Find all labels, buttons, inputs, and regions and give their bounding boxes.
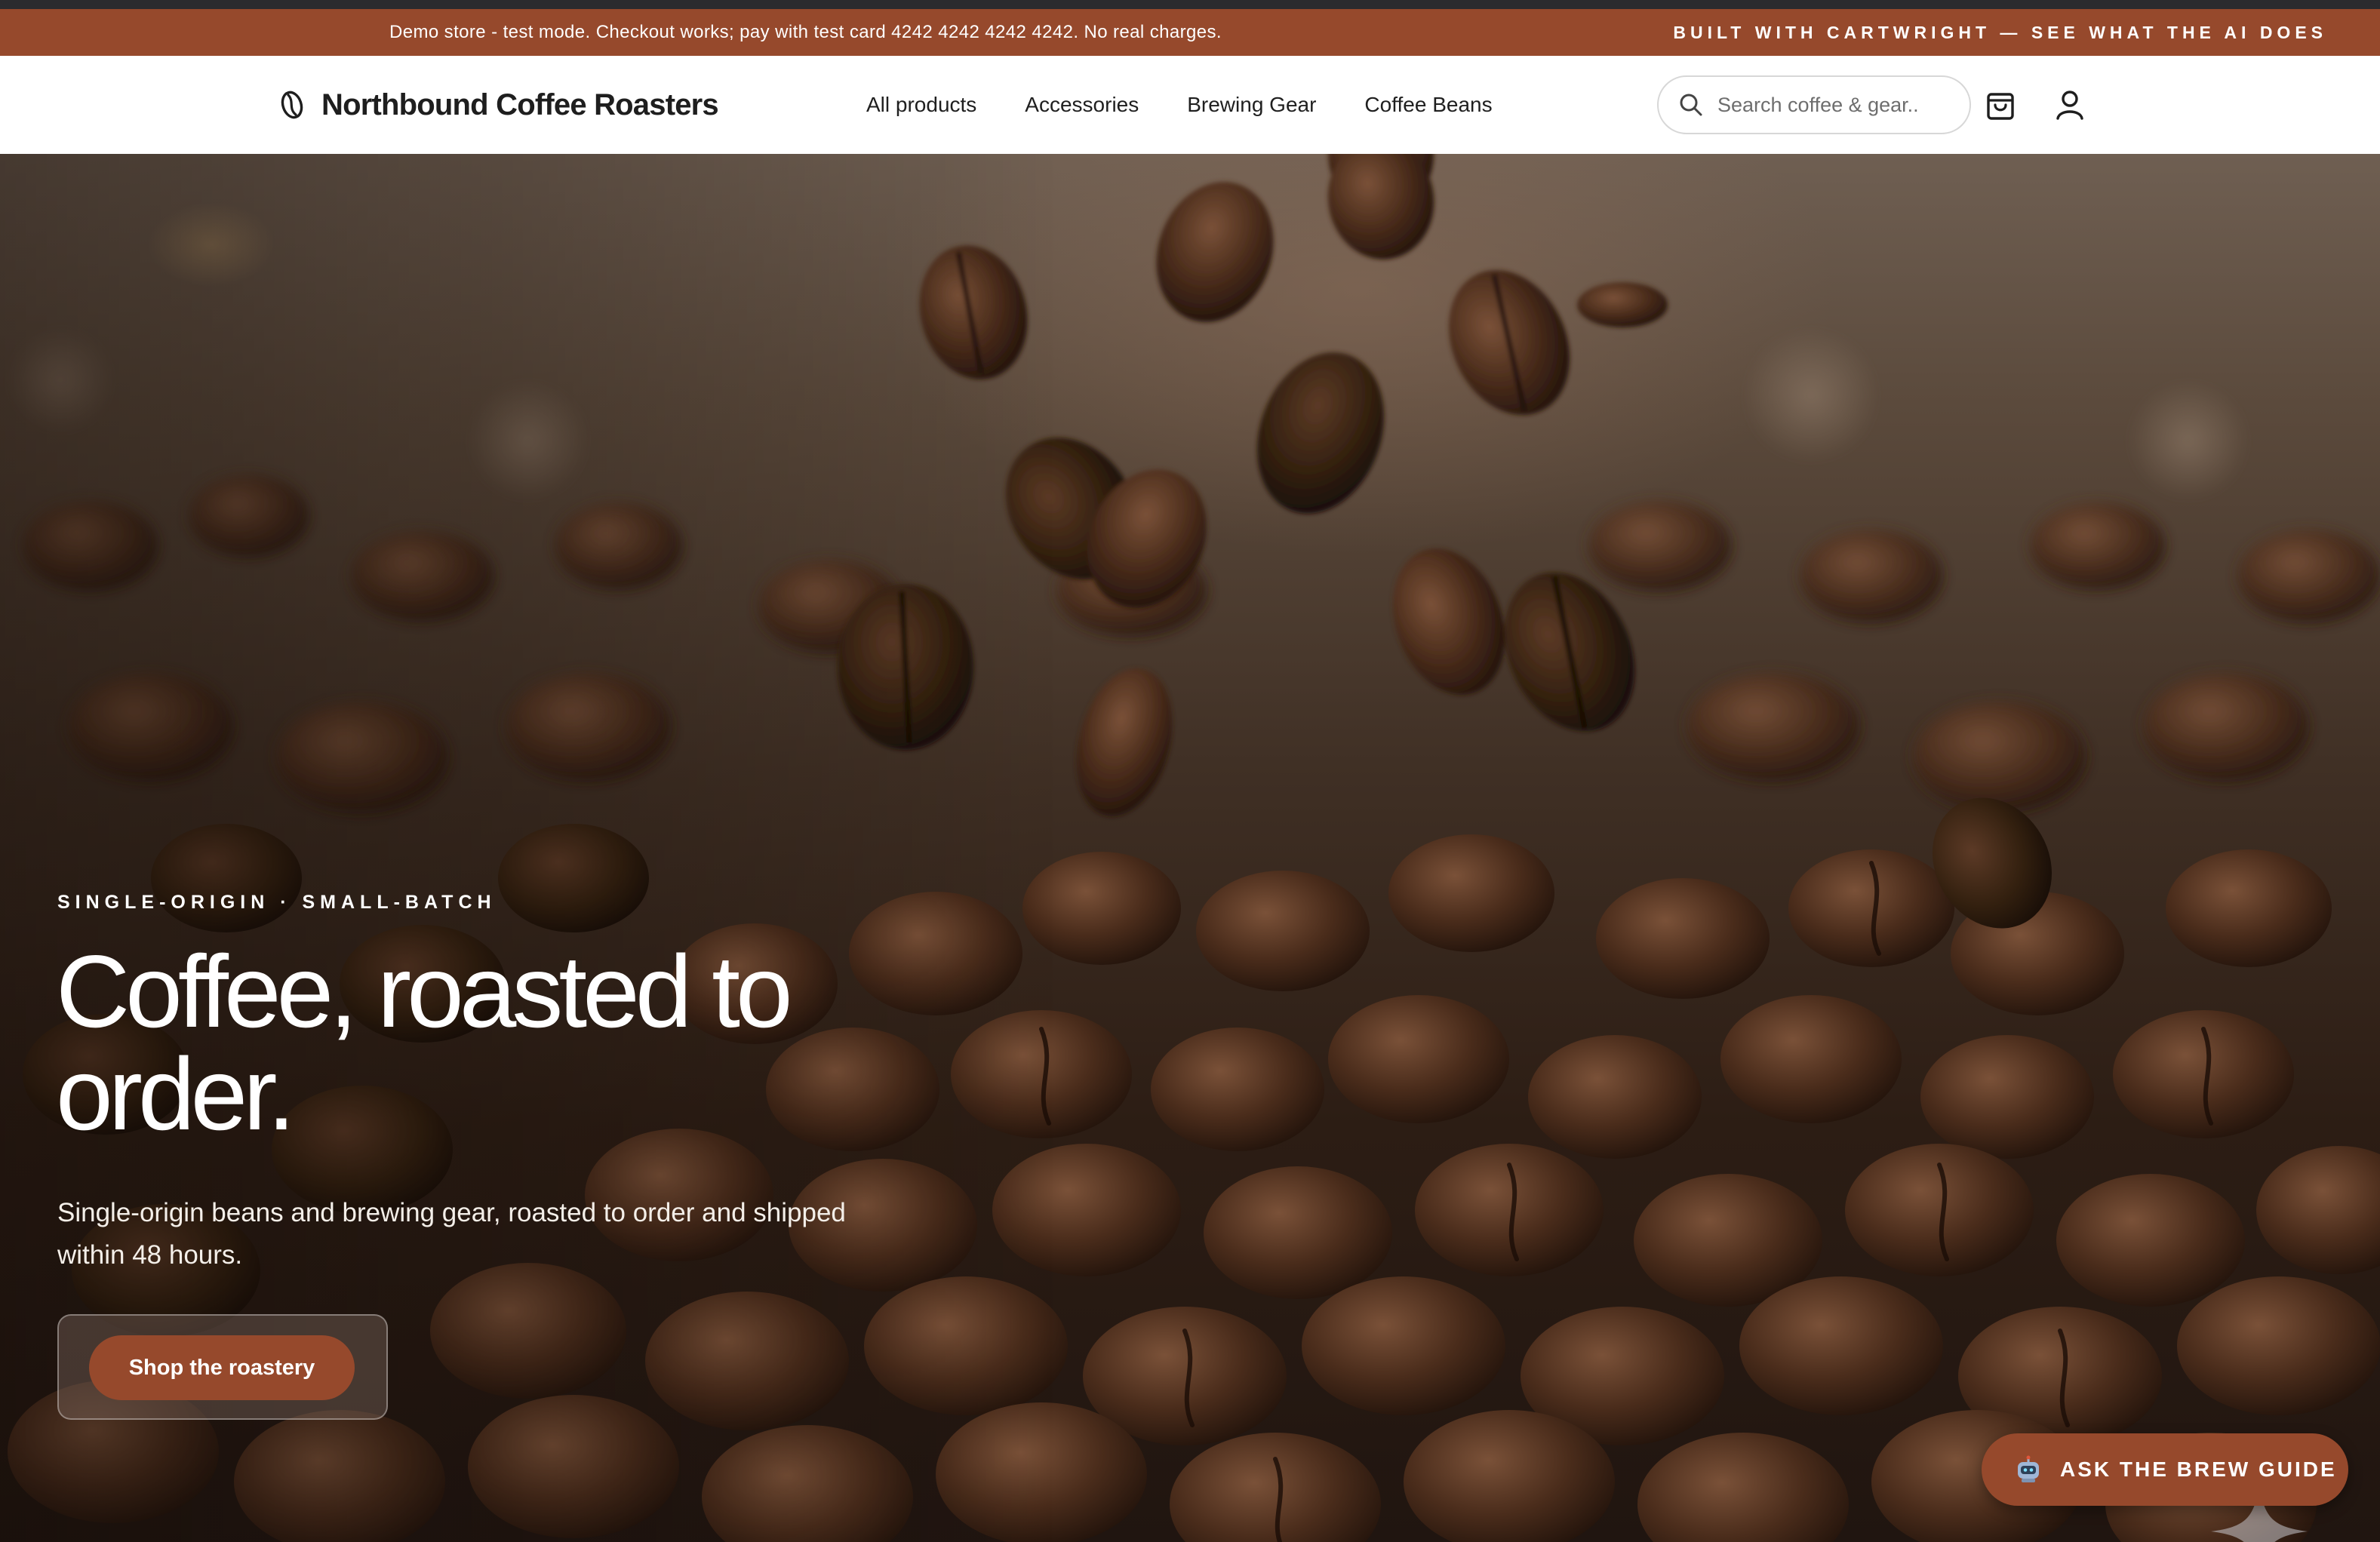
cta-container: Shop the roastery bbox=[57, 1314, 388, 1420]
ask-brew-guide-label: ASK THE BREW GUIDE bbox=[2060, 1458, 2337, 1481]
announcement-link[interactable]: BUILT WITH CARTWRIGHT — SEE WHAT THE AI … bbox=[1673, 9, 2327, 56]
hero-section: SINGLE-ORIGIN · SMALL-BATCH Coffee, roas… bbox=[0, 154, 2380, 1542]
search-box[interactable] bbox=[1657, 75, 1971, 134]
nav-item-coffee-beans[interactable]: Coffee Beans bbox=[1364, 93, 1492, 117]
coffee-bean-icon bbox=[278, 88, 306, 121]
hero-headline: Coffee, roasted to order. bbox=[56, 934, 793, 1151]
browser-top-strip bbox=[0, 0, 2380, 9]
robot-icon bbox=[2013, 1454, 2043, 1485]
user-icon[interactable] bbox=[2051, 86, 2089, 124]
nav-item-brewing-gear[interactable]: Brewing Gear bbox=[1187, 93, 1316, 117]
site-header: Northbound Coffee Roasters All products … bbox=[0, 56, 2380, 154]
main-nav: All products Accessories Brewing Gear Co… bbox=[866, 56, 1541, 154]
shop-roastery-button[interactable]: Shop the roastery bbox=[89, 1335, 355, 1400]
hero-eyebrow: SINGLE-ORIGIN · SMALL-BATCH bbox=[57, 892, 497, 913]
announcement-text: Demo store - test mode. Checkout works; … bbox=[389, 22, 1222, 42]
nav-item-all-products[interactable]: All products bbox=[866, 93, 976, 117]
ask-brew-guide-button[interactable]: ASK THE BREW GUIDE bbox=[1982, 1433, 2348, 1506]
brand-logo-link[interactable]: Northbound Coffee Roasters bbox=[278, 56, 719, 154]
search-input[interactable] bbox=[1716, 92, 1950, 118]
shopping-bag-icon[interactable] bbox=[1982, 86, 2019, 124]
nav-item-accessories[interactable]: Accessories bbox=[1025, 93, 1139, 117]
hero-subhead: Single-origin beans and brewing gear, ro… bbox=[57, 1198, 846, 1270]
announcement-bar: Demo store - test mode. Checkout works; … bbox=[0, 9, 2380, 56]
storefront-page: Demo store - test mode. Checkout works; … bbox=[0, 0, 2380, 1542]
search-icon bbox=[1677, 91, 1705, 119]
brand-name: Northbound Coffee Roasters bbox=[321, 88, 719, 121]
